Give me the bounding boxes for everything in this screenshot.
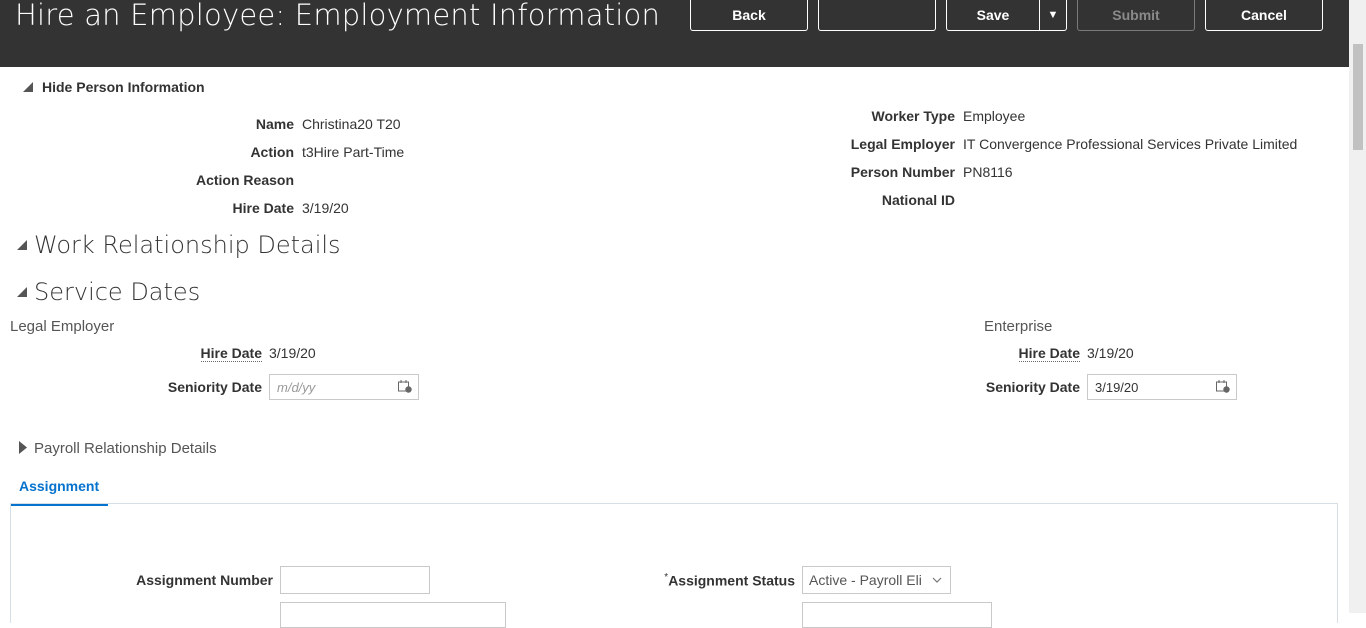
ent-seniority-date-label: Seniority Date [985, 379, 1080, 395]
payroll-relationship-heading[interactable]: Payroll Relationship Details [34, 440, 217, 457]
scrollbar-thumb[interactable] [1353, 44, 1363, 150]
ent-seniority-date-input[interactable]: 3/19/20 [1087, 374, 1237, 400]
le-hire-date-label: Hire Date [200, 345, 262, 362]
business-unit-input-partial[interactable] [280, 602, 506, 628]
back-button[interactable]: Back [690, 0, 808, 31]
chevron-down-icon[interactable] [932, 572, 942, 588]
enterprise-subheading: Enterprise [984, 318, 1053, 335]
national-id-label: National ID [881, 192, 955, 208]
tab-assignment[interactable]: Assignment [10, 475, 108, 506]
ent-hire-date-value: 3/19/20 [1087, 345, 1134, 361]
assignment-status-label: Assignment Status [668, 572, 795, 589]
triangle-expanded-icon[interactable] [16, 238, 28, 256]
le-seniority-date-label: Seniority Date [167, 379, 262, 395]
assignment-status-value: Active - Payroll Eli [809, 572, 922, 588]
le-hire-date-value: 3/19/20 [269, 345, 316, 361]
person-number-value: PN8116 [963, 164, 1013, 180]
le-seniority-date-input[interactable]: m/d/yy [269, 374, 419, 400]
page-title: Hire an Employee: Employment Information [15, 0, 661, 32]
vertical-scrollbar[interactable] [1349, 0, 1366, 613]
hide-person-info-toggle[interactable]: Hide Person Information [42, 79, 205, 95]
legal-employer-value: IT Convergence Professional Services Pri… [963, 136, 1298, 152]
assignment-status-select[interactable]: Active - Payroll Eli [802, 566, 951, 594]
page-header: Hire an Employee: Employment Information… [0, 0, 1366, 67]
legal-employer-subheading: Legal Employer [10, 318, 115, 335]
action-value: t3Hire Part-Time [302, 144, 405, 160]
cancel-button[interactable]: Cancel [1205, 0, 1323, 31]
ent-hire-date-label-wrap: Hire Date [968, 345, 1080, 362]
person-number-label: Person Number [850, 164, 955, 180]
le-hire-date-label-wrap: Hire Date [150, 345, 262, 362]
ent-hire-date-label: Hire Date [1018, 345, 1080, 362]
name-label: Name [255, 116, 294, 132]
worker-type-label: Worker Type [871, 108, 955, 124]
name-value: Christina20 T20 [302, 116, 401, 132]
ent-seniority-value: 3/19/20 [1095, 379, 1139, 395]
projected-end-date-input-partial[interactable] [802, 602, 992, 628]
save-split-button[interactable]: Save ▼ [946, 0, 1067, 31]
calendar-icon[interactable] [398, 380, 412, 393]
assignment-panel [10, 503, 1338, 623]
hire-date-label: Hire Date [232, 200, 294, 216]
work-relationship-heading[interactable]: Work Relationship Details [34, 231, 341, 259]
hire-date-value: 3/19/20 [302, 200, 349, 216]
triangle-collapsed-icon[interactable] [19, 441, 27, 459]
action-label: Action [250, 144, 294, 160]
save-menu-chevron-down-icon[interactable]: ▼ [1040, 0, 1066, 30]
legal-employer-label: Legal Employer [850, 136, 955, 152]
triangle-expanded-icon[interactable] [16, 285, 28, 303]
assignment-status-label-wrap: *Assignment Status [640, 572, 795, 589]
calendar-icon[interactable] [1216, 380, 1230, 393]
service-dates-heading[interactable]: Service Dates [34, 278, 200, 306]
triangle-expanded-icon[interactable] [22, 80, 34, 98]
le-seniority-placeholder: m/d/yy [277, 379, 316, 395]
worker-type-value: Employee [963, 108, 1026, 124]
assignment-number-label: Assignment Number [136, 572, 273, 588]
submit-button[interactable]: Submit [1077, 0, 1195, 31]
save-button[interactable]: Save [947, 0, 1040, 30]
action-reason-label: Action Reason [195, 172, 294, 188]
blank-button[interactable] [818, 0, 936, 31]
tab-assignment-label: Assignment [19, 478, 100, 494]
assignment-number-input[interactable] [280, 566, 430, 594]
